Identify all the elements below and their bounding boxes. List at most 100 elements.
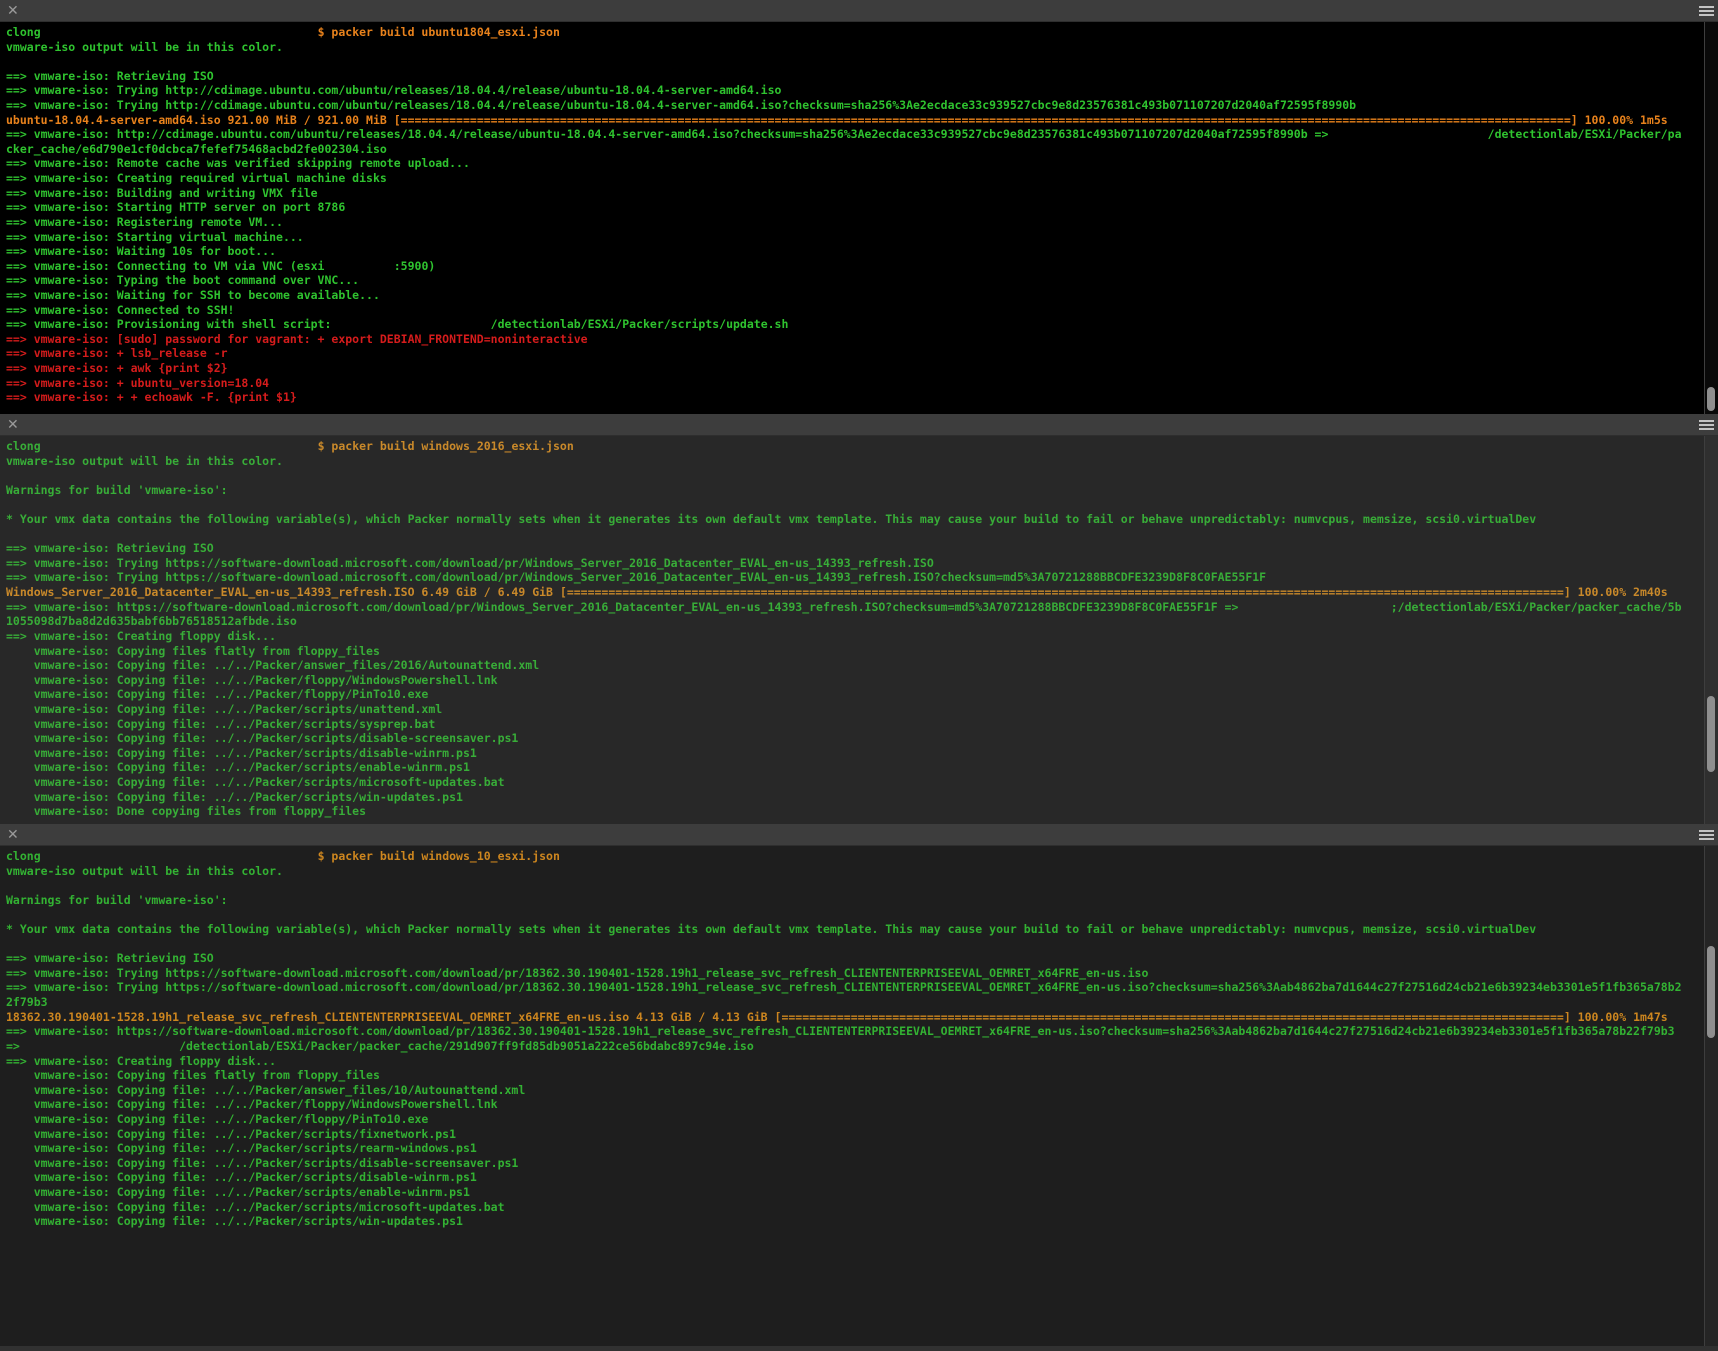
terminal-text-segment: vmware-iso: Copying file: ../../Packer/s… [6, 717, 435, 731]
close-icon[interactable]: ✕ [7, 825, 19, 845]
terminal-text-segment: 18362.30.190401-1528.19h1_release_svc_re… [6, 1010, 781, 1024]
terminal-line: vmware-iso: Copying file: ../../Packer/s… [6, 702, 1718, 717]
terminal-line: vmware-iso: Copying file: ../../Packer/s… [6, 1185, 1718, 1200]
terminal-text-segment: vmware-iso: Copying file: ../../Packer/f… [6, 687, 428, 701]
terminal-line: ==> vmware-iso: Trying https://software-… [6, 980, 1718, 995]
scrollbar-thumb[interactable] [1707, 696, 1715, 772]
close-icon[interactable]: ✕ [7, 415, 19, 435]
terminal-text-segment: vmware-iso: Copying file: ../../Packer/s… [6, 1141, 477, 1155]
terminal-text-segment: * Your vmx data contains the following v… [6, 512, 1536, 526]
terminal-text-segment: vmware-iso: Copying file: ../../Packer/s… [6, 1214, 463, 1228]
terminal-line: Windows_Server_2016_Datacenter_EVAL_en-u… [6, 585, 1718, 600]
terminal-line: vmware-iso: Copying file: ../../Packer/s… [6, 746, 1718, 761]
terminal-line: vmware-iso output will be in this color. [6, 454, 1718, 469]
scrollbar-track[interactable] [1704, 22, 1718, 414]
terminal-output-area[interactable]: clong $ packer build ubuntu1804_esxi.jso… [0, 22, 1718, 414]
terminal-text-segment [1328, 127, 1487, 141]
terminal-text-segment: vmware-iso: Copying file: ../../Packer/s… [6, 790, 463, 804]
terminal-text-segment: ==> vmware-iso: Trying https://software-… [6, 980, 1682, 994]
terminal-text-segment: ==> vmware-iso: + lsb_release -r [6, 346, 228, 360]
terminal-line: ==> vmware-iso: Trying https://software-… [6, 556, 1718, 571]
terminal-text-segment: ==> vmware-iso: Building and writing VMX… [6, 186, 318, 200]
terminal-text-segment: ==> vmware-iso: Trying http://cdimage.ub… [6, 83, 781, 97]
terminal-text-segment: :5900) [394, 259, 436, 273]
terminal-line: Warnings for build 'vmware-iso': [6, 483, 1718, 498]
terminal-pane-windows10: ✕ clong $ packer build windows_10_esxi.j… [0, 824, 1718, 1346]
terminal-line: vmware-iso: Copying file: ../../Packer/f… [6, 1112, 1718, 1127]
terminal-line: ==> vmware-iso: Trying http://cdimage.ub… [6, 83, 1718, 98]
terminal-line: ==> vmware-iso: http://cdimage.ubuntu.co… [6, 127, 1718, 142]
terminal-text-segment: vmware-iso: Copying file: ../../Packer/s… [6, 1156, 518, 1170]
terminal-line: ==> vmware-iso: Trying https://software-… [6, 966, 1718, 981]
terminal-text-segment: * Your vmx data contains the following v… [6, 922, 1536, 936]
pane-title-bar: ✕ [0, 0, 1718, 22]
terminal-line [6, 497, 1718, 512]
terminal-text-segment [1238, 600, 1390, 614]
hamburger-menu-icon[interactable] [1699, 420, 1714, 430]
terminal-line: 2f79b3 [6, 995, 1718, 1010]
terminal-output-area[interactable]: clong $ packer build windows_2016_esxi.j… [0, 436, 1718, 824]
terminal-text-segment: vmware-iso: Copying file: ../../Packer/f… [6, 1097, 498, 1111]
terminal-text-segment: vmware-iso: Copying file: ../../Packer/s… [6, 760, 470, 774]
terminal-text-segment: Windows_Server_2016_Datacenter_EVAL_en-u… [6, 585, 567, 599]
terminal-text-segment: clong [6, 849, 41, 863]
terminal-line: ubuntu-18.04.4-server-amd64.iso 921.00 M… [6, 113, 1718, 128]
terminal-text-segment: vmware-iso: Copying file: ../../Packer/s… [6, 775, 505, 789]
window-bottom-edge [0, 1346, 1718, 1351]
terminal-line [6, 878, 1718, 893]
terminal-text-segment: cker_cache/e6d790e1cf0dcbca7fefef75468ac… [6, 142, 387, 156]
terminal-text-segment: /detectionlab/ESXi/Packer/pa [1488, 127, 1682, 141]
terminal-line: vmware-iso: Copying file: ../../Packer/s… [6, 1170, 1718, 1185]
terminal-text-segment: ==> vmware-iso: Connecting to VM via VNC… [6, 259, 325, 273]
terminal-text-segment: ==> vmware-iso: Retrieving ISO [6, 69, 214, 83]
terminal-text-segment: ==> vmware-iso: + ubuntu_version=18.04 [6, 376, 269, 390]
terminal-pane-windows2016: ✕ clong $ packer build windows_2016_esxi… [0, 414, 1718, 824]
terminal-text-segment: ==> vmware-iso: Waiting for SSH to becom… [6, 288, 380, 302]
terminal-line: vmware-iso output will be in this color. [6, 40, 1718, 55]
terminal-text-segment: ==> vmware-iso: Trying http://cdimage.ub… [6, 98, 1356, 112]
terminal-text-segment [20, 1039, 179, 1053]
terminal-line: vmware-iso: Copying file: ../../Packer/s… [6, 731, 1718, 746]
scrollbar-track[interactable] [1704, 846, 1718, 1346]
terminal-text-segment: clong [6, 439, 41, 453]
terminal-text-segment: Warnings for build 'vmware-iso': [6, 893, 228, 907]
terminal-line: vmware-iso: Copying file: ../../Packer/s… [6, 717, 1718, 732]
terminal-text-segment: ==> vmware-iso: https://software-downloa… [6, 600, 1238, 614]
terminal-text-segment: ==> vmware-iso: Retrieving ISO [6, 951, 214, 965]
terminal-line: vmware-iso: Copying file: ../../Packer/f… [6, 1097, 1718, 1112]
terminal-line: vmware-iso: Copying file: ../../Packer/s… [6, 1141, 1718, 1156]
terminal-text-segment: $ packer build windows_2016_esxi.json [318, 439, 574, 453]
hamburger-menu-icon[interactable] [1699, 830, 1714, 840]
terminal-line: vmware-iso: Copying file: ../../Packer/f… [6, 687, 1718, 702]
terminal-text-segment: ubuntu-18.04.4-server-amd64.iso 921.00 M… [6, 113, 401, 127]
terminal-text-segment: ==> vmware-iso: http://cdimage.ubuntu.co… [6, 127, 1328, 141]
scrollbar-thumb[interactable] [1707, 946, 1715, 1038]
hamburger-menu-icon[interactable] [1699, 6, 1714, 16]
terminal-line: vmware-iso: Copying file: ../../Packer/s… [6, 775, 1718, 790]
scrollbar-thumb[interactable] [1707, 387, 1715, 411]
terminal-text-segment: /detectionlab/ESXi/Packer/packer_cache/2… [179, 1039, 754, 1053]
terminal-line: vmware-iso output will be in this color. [6, 864, 1718, 879]
terminal-line: clong $ packer build windows_2016_esxi.j… [6, 439, 1718, 454]
terminal-line: vmware-iso: Copying file: ../../Packer/s… [6, 1214, 1718, 1229]
terminal-text-segment [41, 25, 318, 39]
terminal-line: clong $ packer build ubuntu1804_esxi.jso… [6, 25, 1718, 40]
terminal-window: ✕ clong $ packer build ubuntu1804_esxi.j… [0, 0, 1718, 1351]
scrollbar-track[interactable] [1704, 436, 1718, 824]
terminal-text-segment: vmware-iso: Copying file: ../../Packer/f… [6, 673, 498, 687]
terminal-text-segment: ==> vmware-iso: Trying https://software-… [6, 556, 934, 570]
terminal-text-segment: ==> vmware-iso: Connected to SSH! [6, 303, 234, 317]
close-icon[interactable]: ✕ [7, 1, 19, 21]
terminal-text-segment: clong [6, 25, 41, 39]
terminal-text-segment: 2f79b3 [6, 995, 48, 1009]
terminal-text-segment: ==> vmware-iso: Trying https://software-… [6, 570, 1266, 584]
terminal-lines: clong $ packer build ubuntu1804_esxi.jso… [0, 22, 1718, 405]
terminal-line: vmware-iso: Copying file: ../../Packer/s… [6, 760, 1718, 775]
terminal-text-segment: vmware-iso: Copying file: ../../Packer/s… [6, 746, 477, 760]
terminal-text-segment: vmware-iso output will be in this color. [6, 864, 283, 878]
terminal-line: vmware-iso: Copying files flatly from fl… [6, 1068, 1718, 1083]
terminal-output-area[interactable]: clong $ packer build windows_10_esxi.jso… [0, 846, 1718, 1346]
terminal-line: ==> vmware-iso: Retrieving ISO [6, 541, 1718, 556]
terminal-text-segment: ==> vmware-iso: Starting virtual machine… [6, 230, 304, 244]
terminal-line: ==> vmware-iso: Creating floppy disk... [6, 629, 1718, 644]
